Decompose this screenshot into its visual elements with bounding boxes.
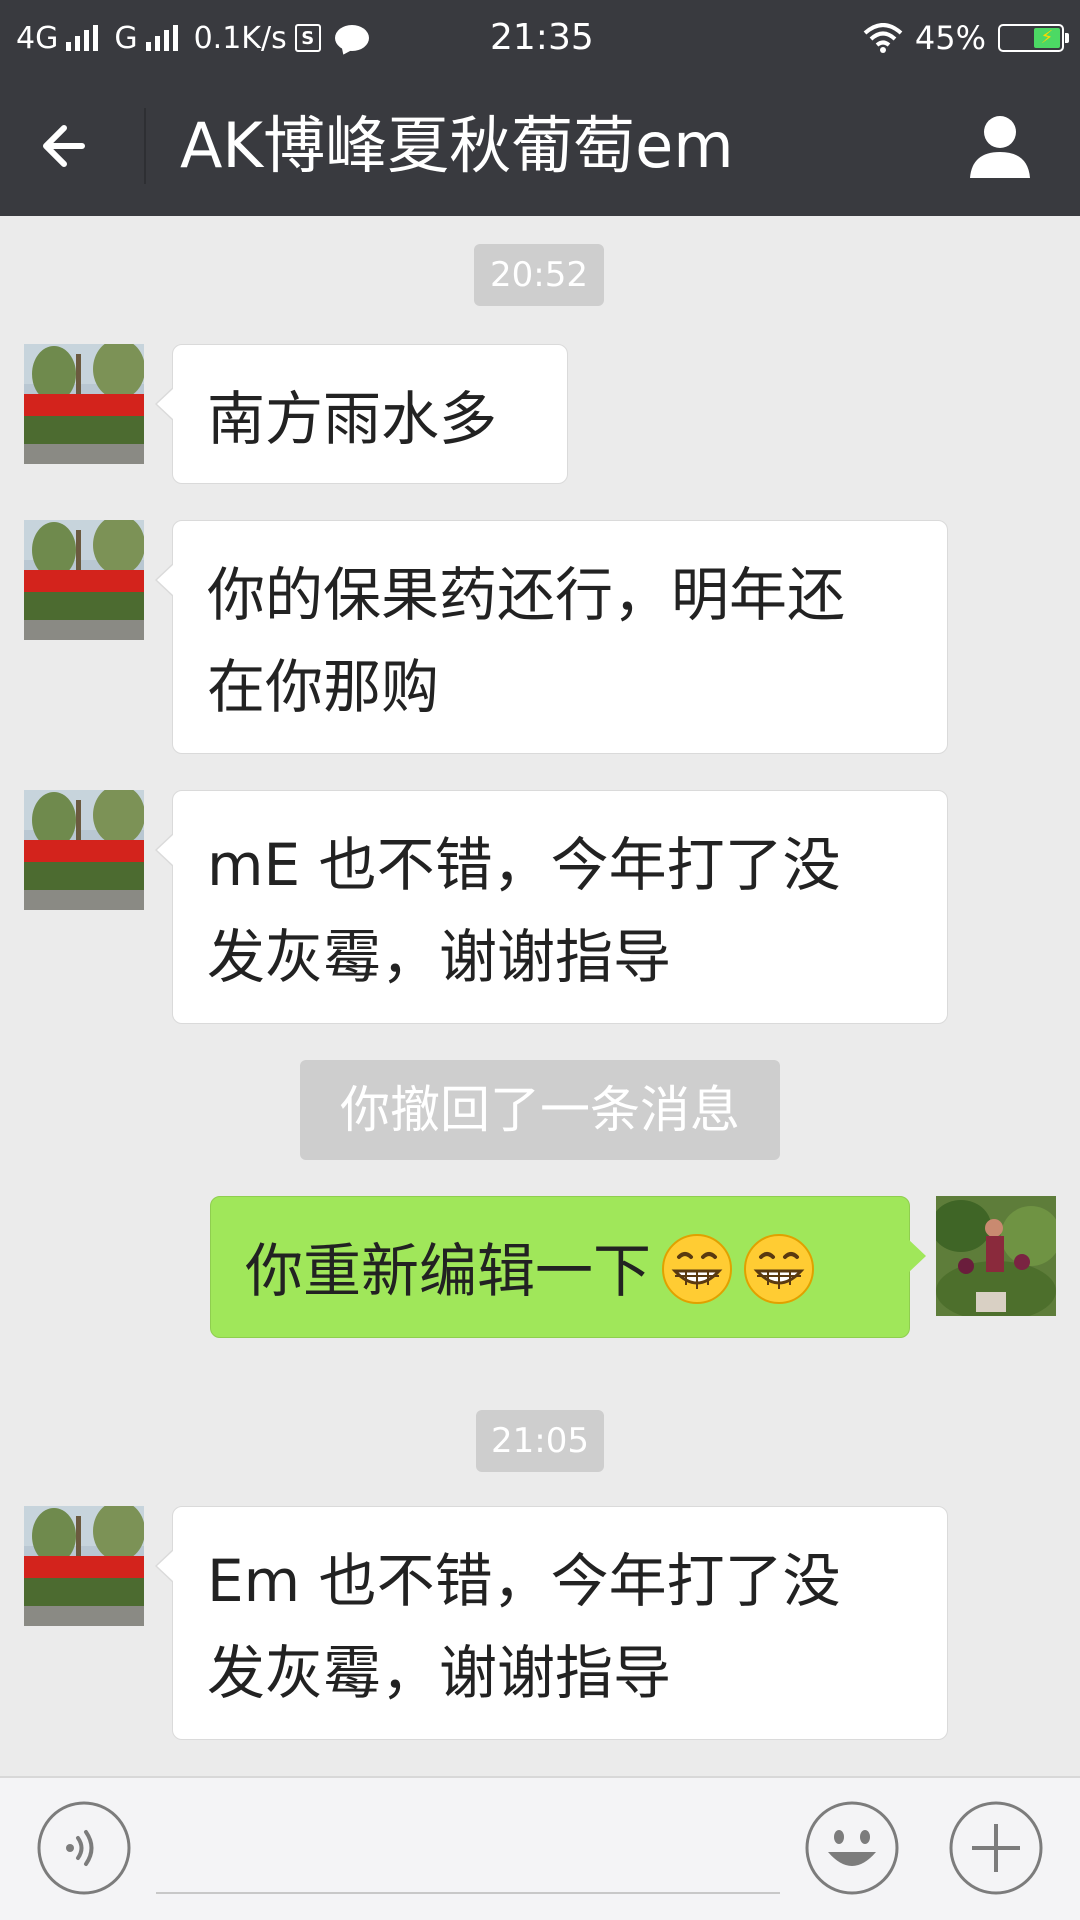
network-speed: 0.1K/s (193, 20, 287, 56)
status-right: 45% ⚡ (863, 0, 1069, 76)
signal-icon-2 (145, 25, 178, 51)
message-text-line: 发灰霉，谢谢指导 (207, 923, 672, 991)
message-bubble[interactable]: 你的保果药还行，明年还 在你那购 (155, 520, 948, 754)
timestamp: 21:05 (476, 1410, 604, 1472)
chat-header: AK博峰夏秋葡萄em (0, 76, 1080, 216)
input-bar (0, 1776, 1080, 1920)
back-arrow-icon (43, 125, 85, 167)
message-bubble[interactable]: Em 也不错，今年打了没 发灰霉，谢谢指导 (155, 1506, 948, 1740)
header-divider (144, 108, 146, 184)
grinning-face-icon (744, 1233, 815, 1304)
signal-icon (66, 25, 99, 51)
contact-avatar[interactable] (24, 344, 144, 464)
chat-info-button[interactable] (964, 110, 1036, 182)
battery-percent: 45% (914, 19, 986, 57)
contact-avatar[interactable] (24, 1506, 144, 1626)
recalled-message-notice: 你撤回了一条消息 (300, 1060, 780, 1160)
person-icon (970, 116, 1030, 178)
message-text-line: mE 也不错，今年打了没 (207, 831, 841, 899)
message-text: 南方雨水多 (207, 385, 498, 453)
back-button[interactable] (30, 106, 110, 186)
battery-icon: ⚡ (998, 24, 1069, 52)
message-text-line: 你的保果药还行，明年还 (207, 561, 846, 629)
message-text-line: 在你那购 (207, 653, 440, 721)
more-button[interactable] (948, 1800, 1044, 1896)
contact-avatar[interactable] (24, 790, 144, 910)
status-bar: 4G G 0.1K/s S 21:35 45% ⚡ (0, 0, 1080, 76)
chat-notification-icon (334, 25, 369, 51)
text-input[interactable] (156, 1892, 780, 1894)
network-type-4g: 4G (16, 20, 59, 56)
timestamp: 20:52 (474, 244, 604, 306)
emoji-button[interactable] (804, 1800, 900, 1896)
smiley-icon (805, 1801, 899, 1895)
s-app-icon: S (294, 24, 321, 52)
chat-title: AK博峰夏秋葡萄em (180, 109, 734, 182)
status-left: 4G G 0.1K/s S (16, 0, 369, 76)
grinning-face-icon (662, 1233, 733, 1304)
message-bubble[interactable]: 南方雨水多 (155, 344, 568, 484)
outgoing-message-bubble[interactable]: 你重新编辑一下 (210, 1196, 926, 1338)
message-bubble[interactable]: mE 也不错，今年打了没 发灰霉，谢谢指导 (155, 790, 948, 1024)
voice-input-button[interactable] (36, 1800, 132, 1896)
wifi-icon (863, 23, 903, 53)
message-text: 你重新编辑一下 (245, 1237, 652, 1305)
message-text-line: Em 也不错，今年打了没 (207, 1547, 841, 1615)
my-avatar[interactable] (936, 1196, 1056, 1316)
message-text-line: 发灰霉，谢谢指导 (207, 1639, 672, 1707)
contact-avatar[interactable] (24, 520, 144, 640)
plus-icon (949, 1801, 1043, 1895)
voice-icon (37, 1801, 131, 1895)
network-type-g: G (114, 20, 138, 56)
status-time: 21:35 (490, 17, 594, 58)
